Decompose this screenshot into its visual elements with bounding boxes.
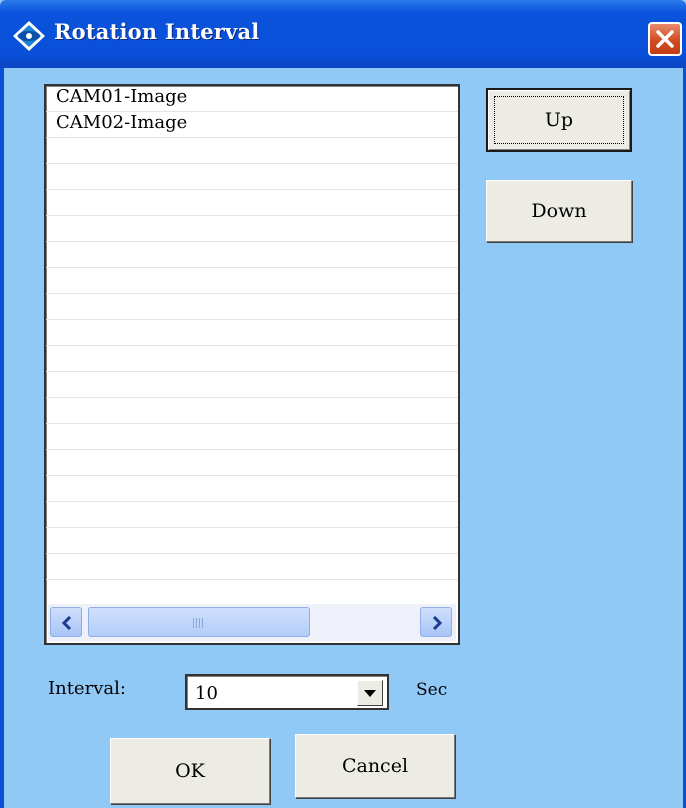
- interval-label: Interval:: [48, 678, 126, 699]
- list-item[interactable]: CAM02-Image: [46, 112, 458, 138]
- list-item[interactable]: CAM01-Image: [46, 86, 458, 112]
- up-button[interactable]: Up: [486, 88, 632, 152]
- chevron-down-icon: [364, 690, 376, 697]
- horizontal-scrollbar[interactable]: [48, 604, 456, 641]
- scroll-right-icon: [432, 616, 443, 630]
- window-border-left: [0, 68, 4, 808]
- title-bar[interactable]: Rotation Interval: [0, 0, 686, 68]
- window-title: Rotation Interval: [54, 19, 260, 44]
- down-button-label: Down: [531, 200, 587, 222]
- ok-button-label: OK: [175, 760, 205, 782]
- down-button[interactable]: Down: [486, 180, 632, 242]
- scroll-left-icon: [61, 616, 72, 630]
- dropdown-button[interactable]: [357, 680, 383, 706]
- camera-list[interactable]: CAM01-Image CAM02-Image: [44, 84, 460, 645]
- diamond-eye-icon: [13, 21, 45, 51]
- interval-unit: Sec: [416, 680, 448, 700]
- scroll-left-button[interactable]: [50, 607, 82, 637]
- camera-list-items: CAM01-Image CAM02-Image: [46, 86, 458, 604]
- ok-button[interactable]: OK: [110, 738, 270, 804]
- interval-select[interactable]: 10: [185, 674, 389, 710]
- cancel-button[interactable]: Cancel: [295, 734, 455, 798]
- scroll-thumb[interactable]: [88, 607, 310, 637]
- grip-icon: [193, 618, 205, 628]
- close-button[interactable]: [648, 22, 682, 56]
- close-icon: [656, 30, 674, 48]
- scroll-right-button[interactable]: [420, 607, 452, 637]
- interval-value: 10: [195, 683, 218, 704]
- focus-rect: [494, 96, 624, 144]
- cancel-button-label: Cancel: [341, 755, 409, 777]
